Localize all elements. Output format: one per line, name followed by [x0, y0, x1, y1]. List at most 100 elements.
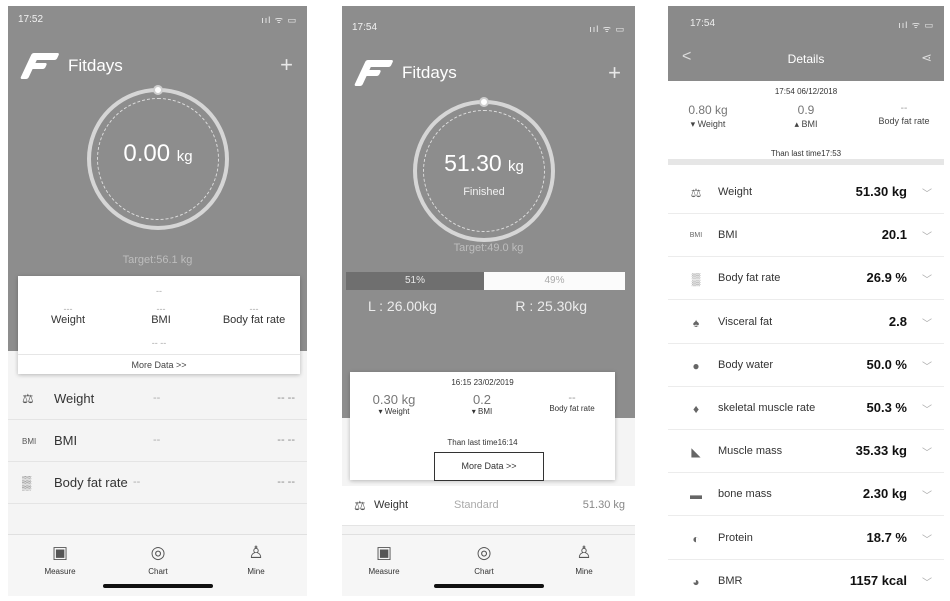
chevron-down-icon[interactable]: ﹀ — [922, 185, 932, 200]
summary-bmi: 0.9 ▴ BMI — [766, 103, 846, 130]
measure-status: Finished — [463, 186, 505, 198]
card-bmi: 0.2 ▾ BMI — [442, 392, 522, 416]
gauge-marker — [153, 85, 163, 95]
metric-value: 20.1 — [881, 227, 907, 243]
row-name: BMI — [54, 433, 78, 448]
tab-label: Mine — [575, 567, 593, 576]
card-weight-value: --- — [63, 304, 73, 314]
chevron-down-icon[interactable]: ﹀ — [922, 574, 932, 589]
measure-timestamp: 17:54 06/12/2018 — [774, 87, 838, 96]
chevron-down-icon[interactable]: ﹀ — [922, 487, 932, 502]
metric-row-skeletal-muscle-rate[interactable]: ♦ skeletal muscle rate 50.3 % ﹀ — [668, 387, 944, 430]
metric-name: bone mass — [718, 488, 772, 501]
compare-summary: 17:54 06/12/2018 0.80 kg ▾ Weight 0.9 ▴ … — [668, 81, 944, 165]
right-percent: 49% — [484, 272, 625, 290]
card-bmi-label: ▾ BMI — [471, 407, 493, 416]
details-screen: 17:54 ııl ᯤ ▭ < Details ⋖ 17:54 06/12/20… — [668, 6, 944, 596]
share-icon[interactable]: ⋖ — [921, 50, 932, 66]
summary-body-fat-label: Body fat rate — [878, 116, 930, 126]
chevron-down-icon[interactable]: ﹀ — [922, 315, 932, 330]
metric-name: Protein — [718, 531, 753, 544]
brand-name: Fitdays — [402, 63, 457, 82]
protein-icon: ◐ — [692, 531, 700, 546]
list-item[interactable]: ⚖ Weight -- -- -- — [8, 378, 307, 420]
metric-row-protein[interactable]: ◐ Protein 18.7 % ﹀ — [668, 517, 944, 560]
status-indicators: ııl ᯤ ▭ — [261, 15, 297, 25]
chevron-down-icon[interactable]: ﹀ — [922, 444, 932, 459]
summary-weight: 0.80 kg ▾ Weight — [668, 103, 748, 130]
metric-value: 50.0 % — [866, 356, 907, 372]
more-data-link[interactable]: More Data >> — [434, 452, 544, 481]
add-button[interactable]: + — [608, 60, 621, 86]
tab-measure[interactable]: ▣ Measure — [30, 543, 90, 576]
summary-weight-value: 0.80 kg — [688, 103, 728, 117]
metric-row-muscle-mass[interactable]: ◣ Muscle mass 35.33 kg ﹀ — [668, 430, 944, 474]
summary-bmi-value: 0.9 — [797, 103, 815, 117]
metric-value: 1157 kcal — [849, 572, 907, 588]
body-fat-icon: ▒ — [691, 272, 701, 287]
home-indicator[interactable] — [433, 584, 544, 588]
chevron-down-icon[interactable]: ﹀ — [922, 228, 932, 243]
tab-chart[interactable]: ◎ Chart — [454, 543, 514, 576]
body-fat-icon: ▒ — [22, 475, 32, 490]
metric-row-bmi[interactable]: BMI BMI 20.1 ﹀ — [668, 214, 944, 258]
metric-value: 51.30 kg — [855, 184, 907, 199]
metric-value: 50.3 % — [866, 400, 907, 415]
status-bar: 17:54 ııl ᯤ ▭ — [668, 6, 944, 30]
gauge-marker — [479, 97, 489, 107]
metric-row-bone-mass[interactable]: ▬ bone mass 2.30 kg ﹀ — [668, 473, 944, 517]
row-name: Weight — [374, 499, 409, 511]
weight-readout: 0.00 kg — [91, 140, 225, 168]
card-weight-label: Weight — [50, 314, 86, 326]
home-indicator[interactable] — [102, 584, 213, 588]
metric-name: Visceral fat — [718, 315, 773, 328]
tab-mine[interactable]: ♙ Mine — [554, 543, 614, 576]
fitdays-logo-icon — [353, 60, 394, 86]
more-data-link[interactable]: More Data >> — [18, 354, 300, 370]
tab-measure[interactable]: ▣ Measure — [354, 543, 414, 576]
status-indicators: ııl ᯤ ▭ — [898, 20, 934, 30]
chevron-down-icon[interactable]: ﹀ — [922, 358, 932, 373]
metric-name: Body fat rate — [718, 272, 781, 285]
card-sub-dash: -- -- — [151, 338, 167, 348]
scale-icon: ▣ — [51, 543, 69, 562]
row-name: Weight — [54, 391, 95, 406]
metric-row-body-water[interactable]: ● Body water 50.0 % ﹀ — [668, 344, 944, 387]
metric-row-weight[interactable]: ⚖ Weight 51.30 kg ﹀ — [668, 171, 944, 214]
page-title: Details — [787, 52, 825, 66]
tab-bar: ▣ Measure ◎ Chart ♙ Mine — [342, 534, 635, 596]
visceral-fat-icon: ♠ — [692, 315, 700, 330]
metric-row-visceral-fat[interactable]: ♠ Visceral fat 2.8 ﹀ — [668, 301, 944, 344]
row-value: 51.30 kg — [582, 499, 625, 511]
weight-gauge: 51.30 kg Finished — [413, 97, 555, 242]
card-body-fat: -- Body fat rate — [532, 392, 612, 413]
balance-bar: 51% 49% — [346, 272, 625, 290]
tab-chart[interactable]: ◎ Chart — [128, 543, 188, 576]
tab-label: Measure — [368, 567, 400, 576]
row-status: -- — [153, 434, 161, 446]
card-body-fat-label: Body fat rate — [222, 314, 286, 326]
bmi-icon: BMI — [689, 232, 703, 240]
list-item[interactable]: ⚖ Weight Standard 51.30 kg — [342, 486, 635, 526]
weight-unit: kg — [508, 158, 524, 175]
metric-name: skeletal muscle rate — [718, 402, 816, 414]
list-item[interactable]: ▒ Body fat rate -- -- -- — [8, 462, 307, 504]
chevron-down-icon[interactable]: ﹀ — [922, 531, 932, 546]
water-drop-icon: ● — [692, 358, 700, 373]
metric-row-bmr[interactable]: ◕ BMR 1157 kcal ﹀ — [668, 560, 944, 596]
chevron-down-icon[interactable]: ﹀ — [922, 271, 932, 286]
tab-mine[interactable]: ♙ Mine — [226, 543, 286, 576]
brand-name: Fitdays — [68, 56, 123, 75]
row-value: -- -- — [277, 476, 295, 488]
card-body-fat-value: -- — [568, 392, 576, 404]
weight-readout: 51.30 kg — [417, 150, 551, 177]
list-item[interactable]: BMI BMI -- -- -- — [8, 420, 307, 462]
chevron-down-icon[interactable]: ﹀ — [922, 401, 932, 416]
metric-row-body-fat-rate[interactable]: ▒ Body fat rate 26.9 % ﹀ — [668, 257, 944, 301]
tab-label: Chart — [148, 567, 168, 576]
target-weight: Target:56.1 kg — [122, 254, 193, 266]
card-top-dash: -- — [156, 286, 162, 296]
card-body-fat-value: --- — [249, 304, 259, 314]
brand: Fitdays — [353, 58, 457, 88]
add-button[interactable]: + — [280, 52, 293, 78]
